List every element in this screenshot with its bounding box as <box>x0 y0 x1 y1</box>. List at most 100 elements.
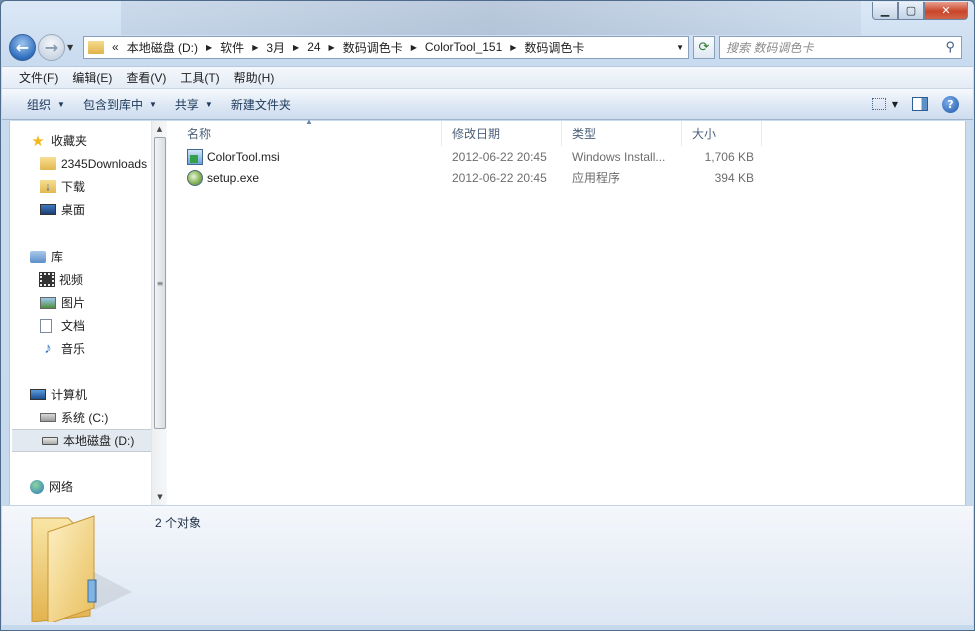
include-in-library-button[interactable]: 包含到库中 ▼ <box>74 96 166 113</box>
change-view-button[interactable]: ▼ <box>871 98 898 110</box>
file-type: 应用程序 <box>572 171 621 185</box>
file-date: 2012-06-22 20:45 <box>452 149 547 164</box>
organize-button[interactable]: 组织 ▼ <box>18 96 74 113</box>
desktop-icon <box>40 204 56 215</box>
file-size: 1,706 KB <box>704 149 754 164</box>
nav-label: 收藏夹 <box>51 134 88 148</box>
recent-pages-dropdown[interactable]: ▼ <box>67 43 79 52</box>
new-folder-button[interactable]: 新建文件夹 <box>222 96 300 113</box>
favorites-group: ★ 收藏夹 2345Downloads ↓ 下载 桌面 <box>10 129 151 221</box>
scroll-thumb[interactable]: ≡ <box>154 137 166 429</box>
nav-label: 本地磁盘 (D:) <box>63 434 135 448</box>
preview-pane-icon[interactable] <box>912 97 928 111</box>
share-button[interactable]: 共享 ▼ <box>166 96 222 113</box>
large-folder-icon <box>31 515 132 622</box>
nav-label: 库 <box>51 250 64 264</box>
nav-scrollbar[interactable]: ▲ ≡ ▼ <box>151 121 167 505</box>
maximize-button[interactable]: ▢ <box>898 2 924 20</box>
menu-help[interactable]: 帮助(H) <box>227 69 282 86</box>
nav-label: 图片 <box>61 296 86 310</box>
include-in-library-label: 包含到库中 <box>82 97 143 112</box>
column-header-type[interactable]: 类型 <box>562 121 682 146</box>
nav-network[interactable]: 网络 <box>10 475 151 498</box>
column-header-size[interactable]: 大小 <box>682 121 762 146</box>
nav-label: 文档 <box>61 319 86 333</box>
chevron-right-icon[interactable]: ▶ <box>204 43 214 52</box>
navigation-row: ← → ▼ « 本地磁盘 (D:) ▶ 软件 ▶ 3月 ▶ 24 ▶ 数码调色卡 ▶ Co… <box>9 33 967 61</box>
chevron-down-icon: ▼ <box>148 99 157 109</box>
organize-label: 组织 <box>27 97 52 112</box>
chevron-down-icon: ▼ <box>204 99 213 109</box>
breadcrumb-item-current[interactable]: 数码调色卡 <box>518 39 590 56</box>
forward-button[interactable]: → <box>38 33 65 61</box>
column-label: 类型 <box>572 127 597 141</box>
nav-computer[interactable]: 计算机 <box>10 383 151 406</box>
nav-item-downloads[interactable]: ↓ 下载 <box>10 175 151 198</box>
breadcrumb-item[interactable]: ColorTool_151 ▶ <box>419 40 519 54</box>
network-group: 网络 <box>10 475 151 498</box>
breadcrumb-item[interactable]: 数码调色卡 ▶ <box>337 39 419 56</box>
close-button[interactable]: ✕ <box>924 2 968 20</box>
details-pane: 2 个对象 <box>2 505 973 625</box>
scroll-up-arrow[interactable]: ▲ <box>152 121 167 137</box>
file-type: Windows Install... <box>572 149 666 164</box>
chevron-right-icon[interactable]: ▶ <box>508 43 518 52</box>
toolbar-right: ▼ ? <box>871 95 973 113</box>
nav-label: 网络 <box>49 480 74 494</box>
menu-view[interactable]: 查看(V) <box>119 69 173 86</box>
chevron-down-icon[interactable]: ▼ <box>892 100 898 109</box>
nav-item-videos[interactable]: 视频 <box>10 268 151 291</box>
nav-item-pictures[interactable]: 图片 <box>10 291 151 314</box>
column-header-date[interactable]: 修改日期 <box>442 121 562 146</box>
star-icon: ★ <box>31 132 45 150</box>
column-header-name[interactable]: 名称 <box>168 121 442 146</box>
search-icon[interactable]: ⚲ <box>945 39 955 55</box>
chevron-right-icon[interactable]: ▶ <box>250 43 260 52</box>
column-label: 大小 <box>692 127 717 141</box>
nav-item-documents[interactable]: 文档 <box>10 314 151 337</box>
menu-bar: 文件(F) 编辑(E) 查看(V) 工具(T) 帮助(H) <box>2 66 973 88</box>
exe-setup-icon <box>187 169 203 186</box>
breadcrumb-item[interactable]: 本地磁盘 (D:) ▶ <box>121 39 214 56</box>
nav-label: 计算机 <box>51 388 88 402</box>
address-bar[interactable]: « 本地磁盘 (D:) ▶ 软件 ▶ 3月 ▶ 24 ▶ 数码调色卡 ▶ ColorToo… <box>83 35 689 59</box>
nav-favorites[interactable]: ★ 收藏夹 <box>10 129 151 152</box>
address-history-dropdown[interactable]: ▼ <box>676 43 688 52</box>
minimize-button[interactable]: ▁ <box>872 2 898 20</box>
menu-tools[interactable]: 工具(T) <box>173 69 226 86</box>
breadcrumb-overflow[interactable]: « <box>110 40 121 54</box>
scroll-down-arrow[interactable]: ▼ <box>152 489 168 505</box>
file-date: 2012-06-22 20:45 <box>452 170 547 185</box>
folder-icon <box>88 40 104 54</box>
refresh-button[interactable]: ⟳ <box>693 35 715 59</box>
back-button[interactable]: ← <box>9 33 36 61</box>
nav-label: 音乐 <box>61 342 86 356</box>
file-size: 394 KB <box>714 170 754 185</box>
chevron-right-icon[interactable]: ▶ <box>291 43 301 52</box>
file-list: ▲ 名称 修改日期 类型 大小 ColorTool.msi 2012-06-22… <box>168 117 965 505</box>
nav-item-desktop[interactable]: 桌面 <box>10 198 151 221</box>
breadcrumb-item[interactable]: 3月 ▶ <box>260 39 301 56</box>
nav-label: 桌面 <box>61 203 86 217</box>
nav-item-drive-c[interactable]: 系统 (C:) <box>10 406 151 429</box>
file-row[interactable]: ColorTool.msi 2012-06-22 20:45 Windows I… <box>168 146 965 167</box>
nav-libraries[interactable]: 库 <box>10 245 151 268</box>
chevron-right-icon[interactable]: ▶ <box>409 43 419 52</box>
nav-item-music[interactable]: ♪ 音乐 <box>10 337 151 360</box>
file-name: setup.exe <box>207 170 260 185</box>
breadcrumb-item[interactable]: 软件 ▶ <box>214 39 260 56</box>
command-bar: 组织 ▼ 包含到库中 ▼ 共享 ▼ 新建文件夹 ▼ ? <box>2 88 973 120</box>
nav-item-2345downloads[interactable]: 2345Downloads <box>10 152 151 175</box>
file-row[interactable]: setup.exe 2012-06-22 20:45 应用程序 394 KB <box>168 167 965 188</box>
nav-item-drive-d[interactable]: 本地磁盘 (D:) <box>12 429 151 452</box>
music-note-icon: ♪ <box>44 340 52 357</box>
menu-file[interactable]: 文件(F) <box>12 69 65 86</box>
search-box[interactable]: 搜索 数码调色卡 ⚲ <box>719 35 962 59</box>
caption-buttons: ▁ ▢ ✕ <box>872 2 968 20</box>
new-folder-label: 新建文件夹 <box>230 97 291 112</box>
menu-edit[interactable]: 编辑(E) <box>65 69 119 86</box>
breadcrumb-item[interactable]: 24 ▶ <box>301 40 337 54</box>
chevron-right-icon[interactable]: ▶ <box>327 43 337 52</box>
search-placeholder: 搜索 数码调色卡 <box>726 40 814 55</box>
help-icon[interactable]: ? <box>942 95 959 113</box>
